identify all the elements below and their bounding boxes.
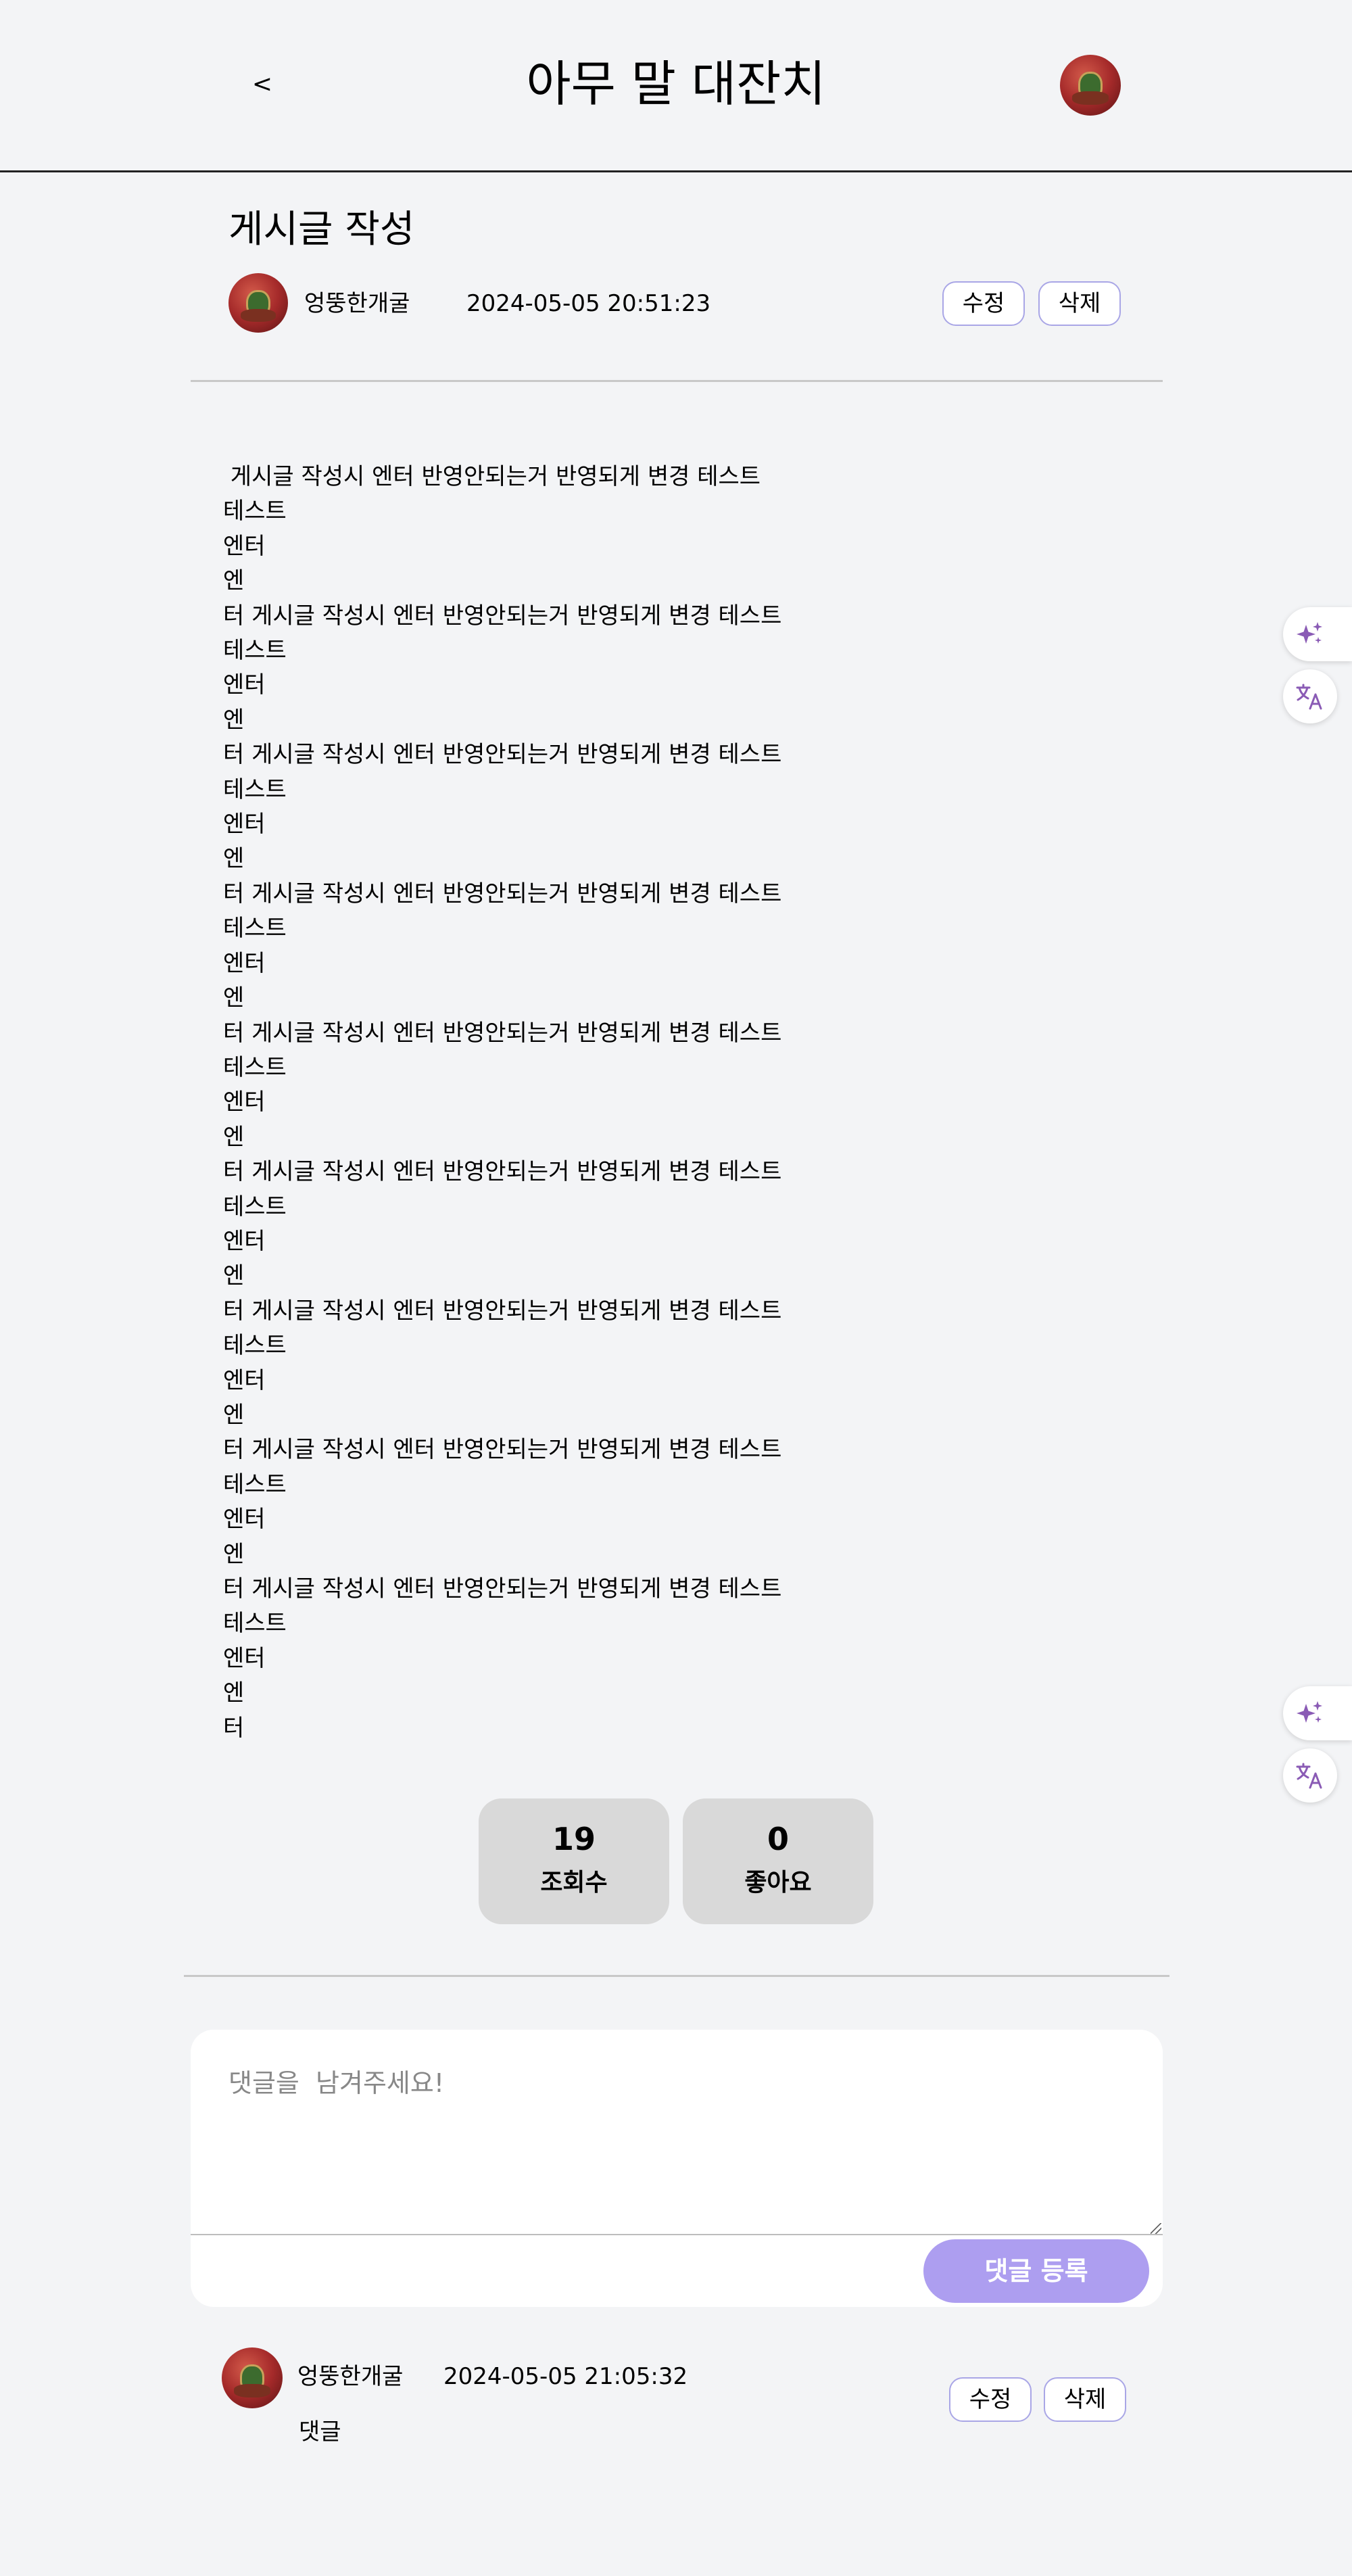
views-stat: 19 조회수	[479, 1798, 669, 1924]
post-title: 게시글 작성	[228, 208, 415, 252]
sparkle-icon	[1297, 1701, 1322, 1723]
post-delete-button[interactable]: 삭제	[1038, 281, 1121, 326]
views-label: 조회수	[540, 1869, 608, 1897]
translate-icon	[1296, 1763, 1322, 1789]
resize-handle[interactable]	[1151, 2223, 1161, 2234]
divider	[184, 1975, 1169, 1977]
likes-count: 0	[767, 1821, 789, 1857]
comment-author: 엉뚱한개굴	[297, 2363, 404, 2390]
post-body: 게시글 작성시 엔터 반영안되는거 반영되게 변경 테스트 테스트 엔터 엔 터…	[223, 463, 782, 1742]
divider	[191, 380, 1163, 382]
post-author: 엉뚱한개굴	[304, 290, 410, 317]
translate-icon	[1296, 684, 1322, 710]
views-count: 19	[552, 1821, 596, 1857]
post-edit-button[interactable]: 수정	[942, 281, 1025, 326]
comment-text: 댓글	[299, 2418, 341, 2446]
app-header: < 아무 말 대잔치	[0, 0, 1352, 172]
comment-edit-button[interactable]: 수정	[949, 2377, 1032, 2422]
post-date: 2024-05-05 20:51:23	[466, 290, 711, 317]
profile-avatar[interactable]	[1060, 55, 1121, 116]
comment-date: 2024-05-05 21:05:32	[443, 2363, 688, 2390]
translate-button[interactable]	[1283, 669, 1337, 723]
author-avatar	[228, 273, 288, 333]
comment-delete-button[interactable]: 삭제	[1044, 2377, 1126, 2422]
comment-author-avatar	[222, 2347, 283, 2408]
app-title: 아무 말 대잔치	[526, 55, 826, 112]
like-button[interactable]: 0 좋아요	[683, 1798, 873, 1924]
sparkle-icon	[1297, 622, 1322, 644]
comment-input[interactable]	[191, 2030, 1163, 2235]
comment-submit-button[interactable]: 댓글 등록	[923, 2239, 1149, 2303]
likes-label: 좋아요	[744, 1869, 812, 1897]
ai-assist-button[interactable]	[1283, 1686, 1352, 1740]
translate-button[interactable]	[1283, 1748, 1337, 1803]
ai-assist-button[interactable]	[1283, 607, 1352, 661]
